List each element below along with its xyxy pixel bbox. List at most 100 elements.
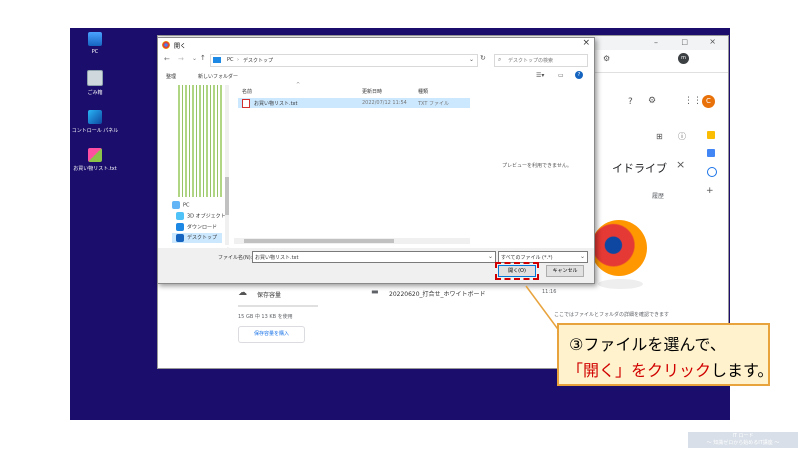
keep-icon[interactable] [707,131,715,139]
maximize-icon[interactable]: □ [681,38,688,46]
column-name[interactable]: 名前 [242,88,252,95]
file-type: TXT ファイル [418,101,450,107]
desktop-icon-pc[interactable]: PC [70,32,120,55]
chrome-icon [162,41,170,49]
instruction-callout: ③ファイルを選んで、 「開く」をクリックします。 [557,323,773,386]
new-folder-button[interactable]: 新しいフォルダー [198,73,238,80]
breadcrumb-pc[interactable]: PC [227,57,234,63]
watermark-line2: ～ 知識ゼロから始めるIT講座 ～ [706,440,780,446]
callout-highlight: 「開く」をクリック [567,361,712,380]
file-date: 2022/07/12 11:54 [362,100,407,106]
desktop-icon-text-file[interactable]: お買い物リスト.txt [70,148,120,172]
desktop-icon [176,234,184,242]
extensions-icon[interactable]: ⚙ [603,54,610,63]
column-type[interactable]: 種類 [418,88,428,95]
account-avatar[interactable]: C [702,95,715,108]
forward-arrow-icon[interactable]: → [178,55,184,63]
filename-value: お買い物リスト.txt [255,255,299,261]
open-file-dialog: 開く × ← → ⌄ ↑ PC › デスクトップ ⌄ ↻ ⌕ デスクトップの検索… [157,37,595,284]
preview-message: プレビューを利用できません。 [502,163,572,169]
dialog-titlebar: 開く × [158,38,594,52]
cancel-button[interactable]: キャンセル [546,265,584,277]
nav-item-desktop[interactable]: デスクトップ [172,233,222,243]
address-dropdown-icon[interactable]: ⌄ [469,56,474,63]
cloud-icon: ☁ [238,288,247,298]
nav-scrollbar[interactable] [225,85,229,245]
3d-objects-icon [176,212,184,220]
nav-item-label: PC [183,202,190,209]
callout-line1: ③ファイルを選んで、 [569,335,726,354]
panel-title: イドライブ [612,162,667,175]
filetype-select[interactable]: すべてのファイル (*.*) ⌄ [498,251,588,263]
settings-icon[interactable]: ⚙ [648,96,656,106]
horizontal-scrollbar-thumb[interactable] [244,239,394,243]
file-row[interactable]: お買い物リスト.txt 2022/07/12 11:54 TXT ファイル [238,98,470,108]
pc-icon [172,201,180,209]
nav-item-pc[interactable]: PC [172,201,190,209]
tab-history[interactable]: 履歴 [652,191,664,200]
buy-storage-button[interactable]: 保存容量を購入 [238,326,305,343]
calendar-icon[interactable] [707,167,717,177]
horizontal-scrollbar[interactable] [234,238,470,244]
info-icon[interactable]: ⓘ [678,131,686,142]
folder-icon: ▬ [371,287,379,296]
nav-item-label: ダウンロード [187,224,218,231]
search-icon: ⌕ [498,56,502,63]
storage-bar [238,305,318,307]
file-row-name[interactable]: 20220620_打合せ_ホワイトボード [389,289,486,298]
filetype-value: すべてのファイル (*.*) [501,255,553,261]
storage-usage: 15 GB 中 13 KB を使用 [238,314,293,320]
back-arrow-icon[interactable]: ← [164,55,170,63]
storage-label[interactable]: 保存容量 [257,290,281,299]
help-icon[interactable]: ? [575,71,583,79]
nav-scrollbar-thumb[interactable] [225,177,229,215]
file-name: お買い物リスト.txt [254,101,298,107]
desktop-icon-label: ごみ箱 [87,90,103,96]
refresh-icon[interactable]: ↻ [480,54,486,62]
profile-avatar-icon[interactable]: m [678,53,689,64]
nav-item-3d-objects[interactable]: 3D オブジェクト [176,212,226,220]
nav-item-label: 3D オブジェクト [187,213,226,220]
tasks-icon[interactable] [707,149,715,157]
dialog-footer: ファイル名(N): お買い物リスト.txt ⌄ すべてのファイル (*.*) ⌄… [158,248,594,283]
text-file-icon [242,99,250,108]
desktop-icon-control-panel[interactable]: コントロール パネル [70,110,120,134]
apps-grid-icon[interactable]: ⋮⋮ [684,96,702,106]
preview-pane-icon[interactable]: ▭ [558,72,564,79]
download-icon [176,223,184,231]
nav-item-downloads[interactable]: ダウンロード [176,223,217,231]
filename-dropdown-icon[interactable]: ⌄ [488,253,493,260]
desktop-icon-label: コントロール パネル [71,128,119,134]
filename-label: ファイル名(N): [218,255,253,261]
minimize-icon[interactable]: – [654,38,658,47]
up-arrow-icon[interactable]: ↑ [200,54,206,62]
organize-menu[interactable]: 整理 [166,73,176,80]
dialog-close-icon[interactable]: × [582,38,590,48]
breadcrumb-desktop[interactable]: デスクトップ [243,57,273,64]
control-panel-icon [88,110,102,124]
panel-close-icon[interactable]: × [676,158,685,171]
file-list: ^ 名前 更新日時 種類 お買い物リスト.txt 2022/07/12 11:5… [234,82,470,247]
filetype-dropdown-icon[interactable]: ⌄ [580,253,585,260]
search-placeholder: デスクトップの検索 [508,58,554,64]
help-icon[interactable]: ? [628,97,633,107]
dialog-title: 開く [174,43,187,50]
recent-dropdown-icon[interactable]: ⌄ [192,55,197,62]
nav-item-label: デスクトップ [187,235,218,241]
search-box[interactable]: ⌕ デスクトップの検索 [494,54,588,67]
desktop-icon-label: PC [91,49,99,55]
view-options-icon[interactable]: ☰▾ [536,72,544,79]
watermark-line1: IT ロード [732,433,754,439]
callout-line2: 「開く」をクリックします。 [567,357,773,381]
open-button[interactable]: 開く(O) [495,262,539,280]
address-bar[interactable]: PC › デスクトップ ⌄ [210,54,478,67]
column-date[interactable]: 更新日時 [362,88,382,95]
add-addon-icon[interactable]: + [706,186,714,196]
text-file-icon [88,148,102,162]
recycle-bin-icon [87,70,103,86]
desktop-icon-recycle-bin[interactable]: ごみ箱 [70,70,120,96]
grid-view-icon[interactable]: ⊞ [656,132,663,141]
filename-input[interactable]: お買い物リスト.txt ⌄ [252,251,496,263]
close-icon[interactable]: × [709,37,716,46]
sort-arrow-icon: ^ [296,82,301,88]
